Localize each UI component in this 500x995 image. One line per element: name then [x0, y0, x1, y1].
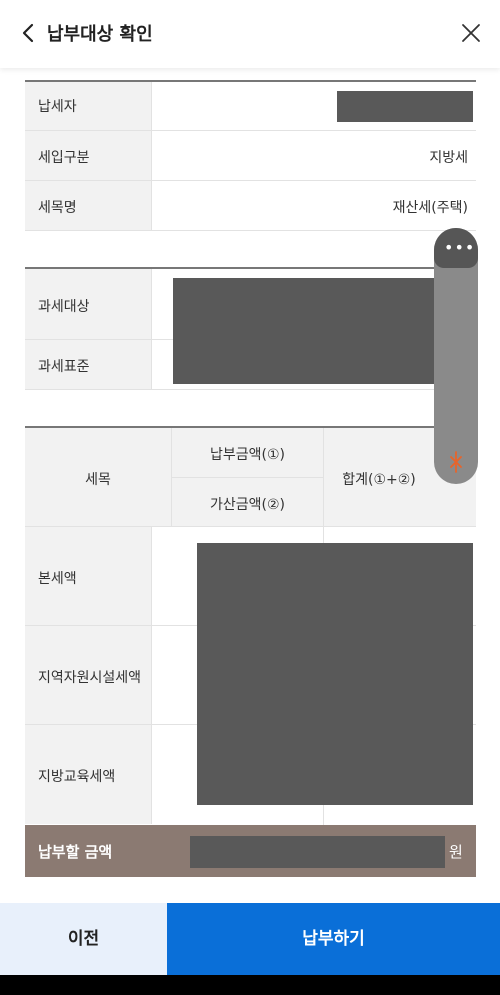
total-amount-label: 납부할 금액: [38, 843, 113, 861]
revenue-type-value: 지방세: [429, 150, 468, 166]
header-penalty-amount: 가산금액(②): [210, 497, 285, 513]
header-payment-amount: 납부금액(①): [210, 447, 285, 463]
row-divider: [25, 526, 476, 527]
revenue-type-label: 세입구분: [38, 150, 90, 166]
tax-object-label: 과세대상: [38, 299, 90, 315]
row-divider: [25, 389, 476, 390]
tax-item-value: 재산세(주택): [392, 200, 468, 216]
row-divider: [25, 180, 476, 181]
taxpayer-value-masked: [337, 91, 473, 122]
prev-button[interactable]: 이전: [0, 903, 167, 975]
principal-tax-label: 본세액: [38, 571, 77, 587]
page-title: 납부대상 확인: [47, 24, 153, 45]
pay-button[interactable]: 납부하기: [167, 903, 500, 975]
local-education-tax-label: 지방교육세액: [38, 769, 116, 785]
row-divider: [25, 230, 476, 231]
tax-item-label: 세목명: [38, 200, 77, 216]
widget-menu-button[interactable]: •••: [434, 228, 478, 268]
total-amount-value-masked: [190, 836, 445, 868]
row-divider: [25, 130, 476, 131]
back-button[interactable]: [18, 20, 42, 46]
taxbase-values-masked: [173, 278, 453, 384]
currency-unit: 원: [449, 843, 463, 861]
header-tax-item: 세목: [85, 472, 111, 488]
header-total: 합계(①+②): [342, 472, 416, 488]
taxpayer-label: 납세자: [38, 99, 77, 115]
regional-resource-tax-label: 지역자원시설세액: [38, 670, 142, 686]
floating-side-widget[interactable]: •••: [434, 228, 478, 484]
top-app-bar: 납부대상 확인: [0, 0, 500, 68]
close-button[interactable]: [458, 20, 484, 46]
close-icon: [462, 24, 480, 42]
system-navigation-bar: [0, 975, 500, 995]
plugin-icon: [450, 451, 462, 473]
amount-values-masked: [197, 543, 473, 805]
chevron-left-icon: [22, 23, 34, 43]
row-divider: [172, 477, 323, 478]
tax-standard-label: 과세표준: [38, 359, 90, 375]
more-icon: •••: [444, 238, 476, 257]
